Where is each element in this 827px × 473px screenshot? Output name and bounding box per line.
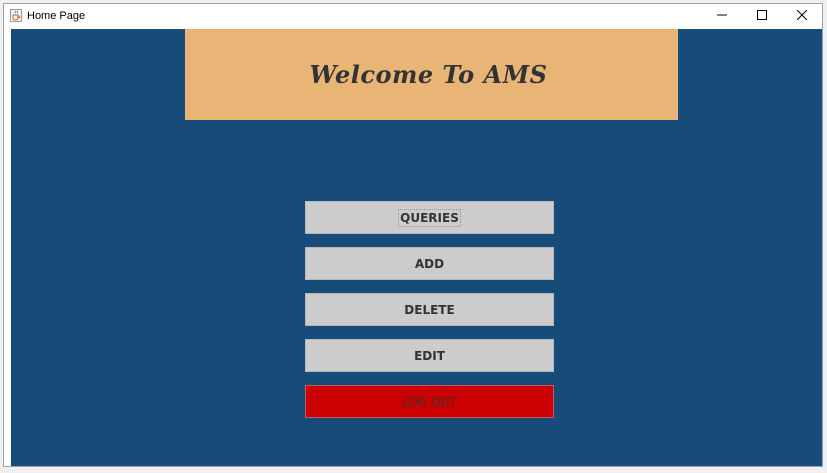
window-title: Home Page	[27, 10, 86, 22]
banner-title: Welcome To AMS	[309, 60, 548, 89]
delete-button-label: DELETE	[404, 302, 455, 317]
java-coffee-cup-icon	[10, 9, 22, 22]
delete-button[interactable]: DELETE	[305, 293, 554, 326]
add-button-label: ADD	[414, 256, 445, 271]
home-content-panel: Welcome To AMS QUERIES ADD DELETE EDIT L…	[11, 29, 822, 466]
logout-button[interactable]: LOG OUT	[305, 385, 554, 418]
app-window: Home Page Welcome To AMS QUERIES ADD DEL…	[3, 3, 823, 467]
minimize-button[interactable]	[702, 4, 742, 28]
edit-button[interactable]: EDIT	[305, 339, 554, 372]
logout-button-label: LOG OUT	[402, 394, 457, 409]
close-icon	[796, 7, 808, 25]
edit-button-label: EDIT	[414, 348, 445, 363]
add-button[interactable]: ADD	[305, 247, 554, 280]
maximize-button[interactable]	[742, 4, 782, 28]
welcome-banner: Welcome To AMS	[185, 29, 678, 120]
title-bar[interactable]: Home Page	[4, 4, 822, 28]
maximize-icon	[757, 7, 767, 25]
queries-button[interactable]: QUERIES	[305, 201, 554, 234]
queries-button-label: QUERIES	[398, 208, 461, 227]
minimize-icon	[717, 7, 727, 25]
close-button[interactable]	[782, 4, 822, 28]
